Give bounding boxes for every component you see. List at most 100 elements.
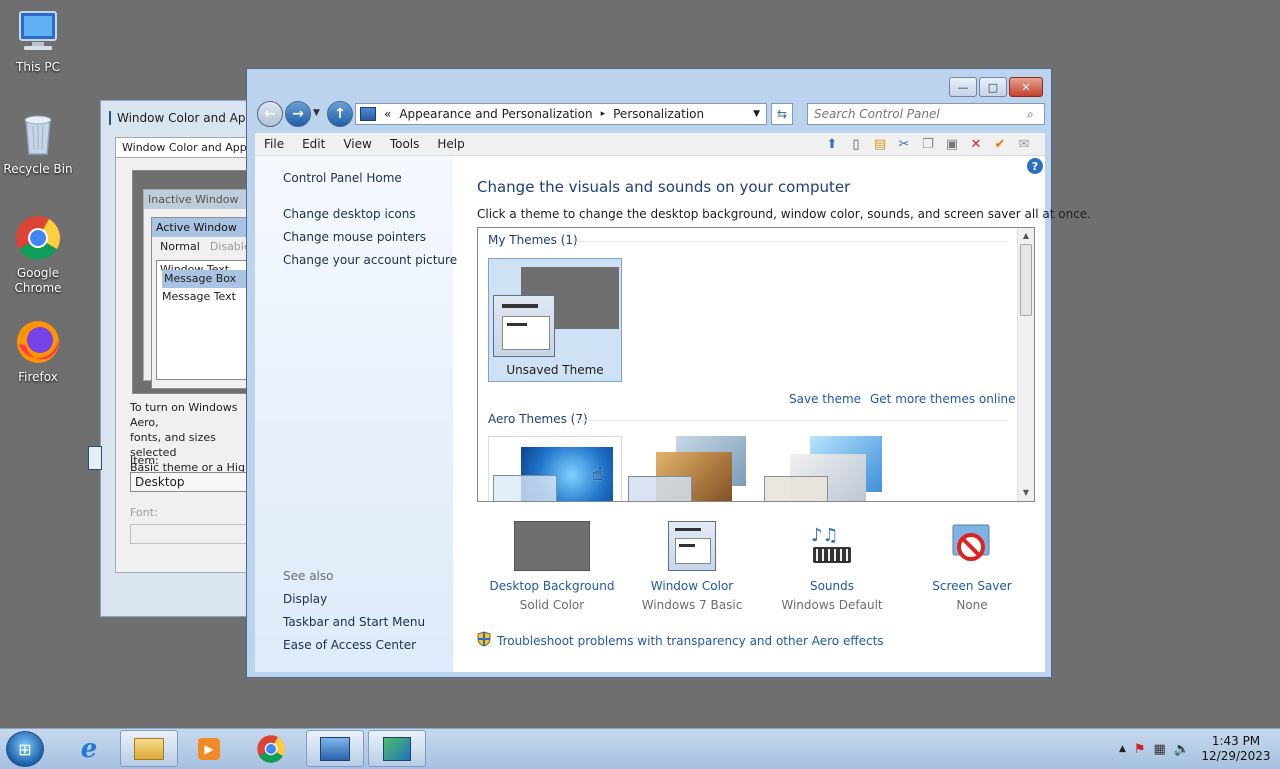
window-color-appearance-dialog[interactable]: Window Color and Appearance Window Color… [100, 100, 302, 617]
tile-sublabel: Windows Default [781, 598, 883, 612]
taskbar: ⊞ e ▶ ▲ ⚑ ▦ 🔈 1:43 PM 12/29/2023 [0, 728, 1280, 769]
check-icon[interactable]: ✔ [991, 136, 1009, 152]
page-title: Change the visuals and sounds on your co… [477, 178, 851, 196]
taskbar-start-menu-link[interactable]: Taskbar and Start Menu [283, 615, 425, 629]
paste-icon[interactable]: ▣ [943, 136, 961, 152]
up-button[interactable]: ↑ [327, 101, 353, 127]
taskbar-personalization[interactable] [368, 730, 426, 767]
breadcrumb-appearance[interactable]: Appearance and Personalization [399, 107, 592, 121]
dialog-body: Window Color and Appearance Inactive Win… [115, 137, 265, 573]
display-link[interactable]: Display [283, 592, 327, 606]
menu-edit[interactable]: Edit [293, 137, 334, 151]
taskbar-internet-explorer[interactable]: e [60, 730, 118, 767]
volume-icon[interactable]: 🔈 [1174, 742, 1190, 757]
taskbar-chrome[interactable] [242, 730, 300, 767]
layout-icon[interactable]: ▯ [847, 136, 865, 152]
tile-label: Desktop Background [489, 579, 615, 593]
clock[interactable]: 1:43 PM 12/29/2023 [1198, 734, 1274, 764]
themes-scrollbar[interactable]: ▲ ▼ [1017, 228, 1034, 501]
caption-buttons: — □ ✕ [949, 77, 1043, 97]
tile-sublabel: Solid Color [519, 598, 585, 612]
theme-aero-characters[interactable] [762, 436, 882, 501]
search-icon[interactable]: ⌕ [1027, 107, 1034, 122]
taskbar-control-panel[interactable] [306, 730, 364, 767]
recent-pages-dropdown[interactable]: ▼ [313, 108, 320, 118]
my-themes-header[interactable]: My Themes (1) [488, 233, 578, 247]
desktop-icon-partial[interactable] [88, 446, 102, 470]
scroll-up-arrow[interactable]: ▲ [1018, 228, 1034, 244]
dialog-titlebar[interactable]: Window Color and Appearance [101, 101, 302, 135]
sounds-tile[interactable]: ♪♫ Sounds Windows Default [757, 521, 907, 612]
desktop-background-tile[interactable]: Desktop Background Solid Color [477, 521, 627, 612]
help-icon[interactable]: ? [1027, 158, 1043, 174]
control-panel-icon [320, 736, 350, 761]
close-button[interactable]: ✕ [1009, 77, 1043, 97]
dialog-tab[interactable]: Window Color and Appearance [116, 138, 262, 158]
theme-aero-architecture[interactable] [626, 436, 746, 501]
start-button[interactable]: ⊞ [6, 731, 44, 767]
desktop-icon-google-chrome[interactable]: Google Chrome [0, 214, 76, 296]
svg-text:♪♫: ♪♫ [811, 525, 839, 546]
get-more-themes-link[interactable]: Get more themes online [870, 392, 1016, 406]
mouse-cursor-icon: ☝ [592, 464, 603, 485]
scroll-thumb[interactable] [1020, 244, 1032, 316]
themes-list[interactable]: My Themes (1) Unsaved Theme Save theme G… [477, 227, 1035, 502]
change-account-picture-link[interactable]: Change your account picture [283, 253, 457, 267]
breadcrumb-overflow[interactable]: « [384, 107, 391, 121]
menu-file[interactable]: File [255, 137, 293, 151]
window-color-tile[interactable]: Window Color Windows 7 Basic [617, 521, 767, 612]
aero-themes-header[interactable]: Aero Themes (7) [488, 412, 588, 426]
cut-icon[interactable]: ✂ [895, 136, 913, 152]
menu-help[interactable]: Help [428, 137, 473, 151]
show-hidden-icons[interactable]: ▲ [1119, 744, 1126, 754]
troubleshoot-link[interactable]: Troubleshoot problems with transparency … [477, 631, 884, 650]
theme-window-thumbnail [628, 476, 692, 501]
desktop-icon-label: Firefox [18, 370, 58, 384]
screen-saver-tile[interactable]: Screen Saver None [897, 521, 1047, 612]
scroll-down-arrow[interactable]: ▼ [1018, 485, 1034, 501]
personalization-window[interactable]: — □ ✕ ← → ▼ ↑ « Appearance and Personali… [246, 68, 1091, 678]
back-button[interactable]: ← [257, 101, 283, 127]
theme-window-thumbnail [493, 295, 555, 357]
desktop-icon-label: Recycle Bin [3, 162, 73, 176]
minimize-button[interactable]: — [949, 77, 977, 97]
save-theme-link[interactable]: Save theme [789, 392, 861, 406]
network-icon[interactable]: ▦ [1154, 742, 1166, 757]
copy-icon[interactable]: ❐ [919, 136, 937, 152]
taskbar-file-explorer[interactable] [120, 730, 178, 767]
delete-icon[interactable]: ✕ [967, 136, 985, 152]
address-bar-area: ← → ▼ ↑ « Appearance and Personalization… [255, 101, 1045, 127]
forward-button[interactable]: → [285, 101, 311, 127]
ease-of-access-link[interactable]: Ease of Access Center [283, 638, 416, 652]
address-dropdown-icon[interactable]: ▼ [747, 109, 766, 119]
arrow-up-icon: ↑ [334, 106, 346, 122]
desktop-icon-this-pc[interactable]: This PC [0, 8, 76, 75]
taskbar-media-player[interactable]: ▶ [180, 730, 238, 767]
maximize-button[interactable]: □ [979, 77, 1007, 97]
menu-tools[interactable]: Tools [381, 137, 429, 151]
clock-time: 1:43 PM [1211, 734, 1261, 748]
desktop-icon-recycle-bin[interactable]: Recycle Bin [0, 110, 76, 177]
menu-view[interactable]: View [334, 137, 380, 151]
item-select[interactable]: Desktop [130, 472, 262, 492]
refresh-button[interactable]: ⇆ [771, 103, 793, 125]
breadcrumb[interactable]: « Appearance and Personalization ▸ Perso… [355, 103, 767, 125]
change-mouse-pointers-link[interactable]: Change mouse pointers [283, 230, 426, 244]
breadcrumb-separator[interactable]: ▸ [601, 109, 606, 119]
change-desktop-icons-link[interactable]: Change desktop icons [283, 207, 416, 221]
tile-sublabel: Windows 7 Basic [641, 598, 743, 612]
chrome-icon [14, 214, 62, 262]
arrow-right-icon: → [292, 106, 304, 122]
action-center-icon[interactable]: ⚑ [1134, 742, 1146, 757]
control-panel-home-link[interactable]: Control Panel Home [283, 171, 402, 185]
desktop-icon-firefox[interactable]: Firefox [0, 318, 76, 385]
firefox-icon [14, 318, 62, 366]
theme-unsaved[interactable]: Unsaved Theme [488, 258, 622, 382]
up-folder-icon[interactable]: ⬆ [823, 136, 841, 152]
properties-icon[interactable]: ▤ [871, 136, 889, 152]
search-input[interactable] [807, 103, 1045, 125]
group-divider [576, 241, 1008, 242]
tile-label: Window Color [650, 579, 734, 593]
breadcrumb-personalization[interactable]: Personalization [613, 107, 704, 121]
mail-icon[interactable]: ✉ [1015, 136, 1033, 152]
